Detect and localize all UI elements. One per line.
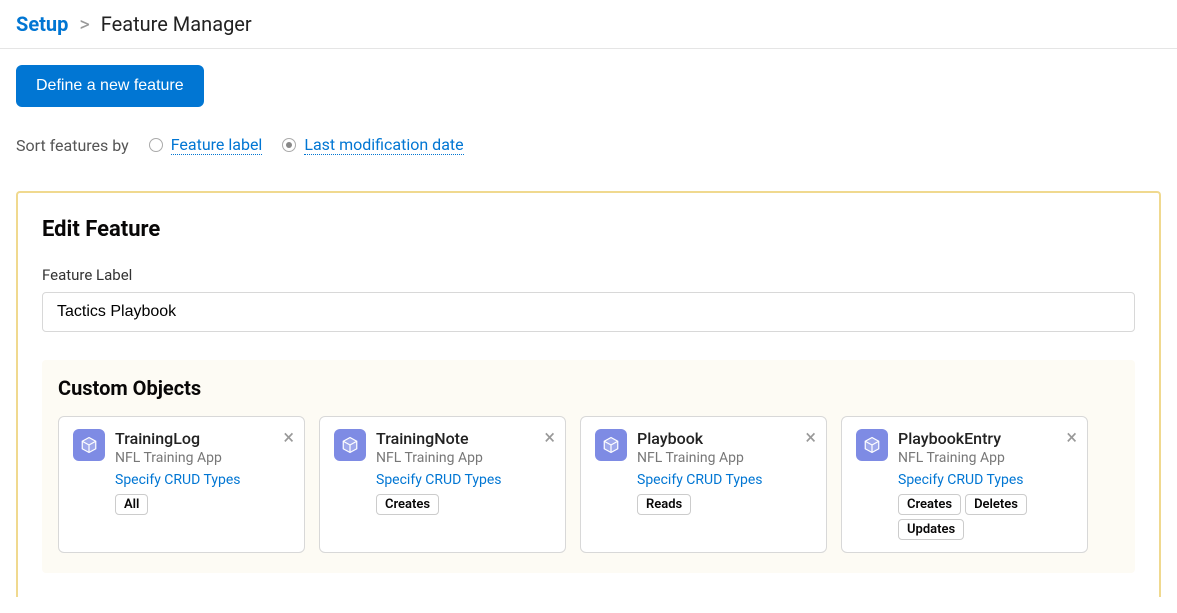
sort-option-last-modified[interactable]: Last modification date (282, 135, 463, 155)
custom-objects-section: Custom Objects TrainingLog NFL Training … (42, 360, 1135, 573)
close-icon[interactable]: × (544, 427, 555, 447)
breadcrumb: Setup > Feature Manager (0, 0, 1177, 49)
custom-objects-heading: Custom Objects (42, 376, 1135, 416)
crud-tag: Updates (898, 519, 964, 540)
object-card: Playbook NFL Training App Specify CRUD T… (580, 416, 827, 553)
object-title: Playbook (637, 429, 812, 448)
specify-crud-link[interactable]: Specify CRUD Types (898, 472, 1024, 488)
custom-objects-cards: TrainingLog NFL Training App Specify CRU… (42, 416, 1135, 553)
cube-icon (334, 429, 366, 461)
sort-option-feature-label[interactable]: Feature label (149, 135, 263, 155)
feature-label-input[interactable] (42, 292, 1135, 332)
specify-crud-link[interactable]: Specify CRUD Types (376, 472, 502, 488)
edit-feature-heading: Edit Feature (42, 217, 1135, 242)
radio-icon (282, 138, 296, 152)
specify-crud-link[interactable]: Specify CRUD Types (115, 472, 241, 488)
breadcrumb-current: Feature Manager (101, 12, 252, 36)
sort-label: Sort features by (16, 136, 129, 155)
crud-tag: Reads (637, 494, 691, 515)
specify-crud-link[interactable]: Specify CRUD Types (637, 472, 763, 488)
object-title: TrainingNote (376, 429, 551, 448)
breadcrumb-root[interactable]: Setup (16, 12, 68, 36)
sort-option-text: Feature label (171, 135, 263, 155)
cube-icon (856, 429, 888, 461)
crud-tag: Creates (376, 494, 439, 515)
crud-tag: Creates (898, 494, 961, 515)
object-title: TrainingLog (115, 429, 290, 448)
breadcrumb-separator: > (79, 12, 89, 36)
edit-feature-panel: Edit Feature Feature Label Custom Object… (16, 191, 1161, 597)
object-card: PlaybookEntry NFL Training App Specify C… (841, 416, 1088, 553)
object-card: TrainingNote NFL Training App Specify CR… (319, 416, 566, 553)
crud-tag: Deletes (965, 494, 1027, 515)
cube-icon (73, 429, 105, 461)
cube-icon (595, 429, 627, 461)
object-subtitle: NFL Training App (637, 450, 812, 466)
close-icon[interactable]: × (283, 427, 294, 447)
sort-option-text: Last modification date (304, 135, 463, 155)
define-feature-button[interactable]: Define a new feature (16, 65, 204, 107)
radio-icon (149, 138, 163, 152)
object-subtitle: NFL Training App (115, 450, 290, 466)
close-icon[interactable]: × (1066, 427, 1077, 447)
close-icon[interactable]: × (805, 427, 816, 447)
feature-label-label: Feature Label (42, 266, 1135, 284)
object-card: TrainingLog NFL Training App Specify CRU… (58, 416, 305, 553)
object-subtitle: NFL Training App (376, 450, 551, 466)
object-subtitle: NFL Training App (898, 450, 1073, 466)
crud-tag: All (115, 494, 148, 515)
object-title: PlaybookEntry (898, 429, 1073, 448)
